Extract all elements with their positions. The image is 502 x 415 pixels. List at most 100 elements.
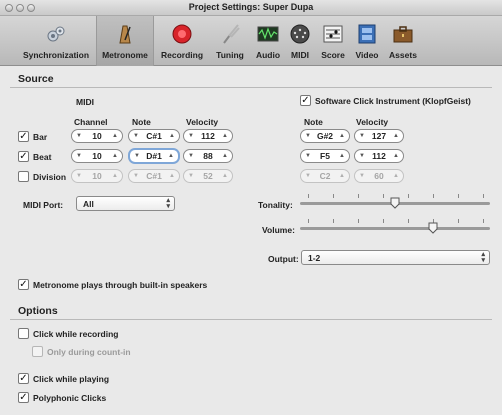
sw-bar-note-stepper[interactable]: ▼ G#2 ▲: [300, 129, 350, 143]
tonality-slider[interactable]: [300, 194, 490, 209]
software-click-checkbox[interactable]: ✓: [300, 95, 311, 106]
sw-beat-note-value: F5: [320, 151, 330, 161]
beat-note-value: D#1: [146, 151, 162, 161]
sw-velocity-column-header: Velocity: [356, 117, 389, 127]
builtin-speakers-checkbox[interactable]: ✓: [18, 279, 29, 290]
stepper-down-arrow[interactable]: ▼: [305, 153, 311, 159]
popup-arrows-icon: ▴ ▾: [481, 251, 485, 264]
film-icon: [358, 24, 376, 44]
beat-channel-value: 10: [92, 151, 102, 161]
gears-icon: [47, 26, 65, 42]
stepper-down-arrow[interactable]: ▼: [188, 133, 194, 139]
polyphonic-clicks-label: Polyphonic Clicks: [33, 393, 107, 403]
stepper-down-arrow[interactable]: ▼: [133, 133, 139, 139]
beat-checkbox[interactable]: ✓: [18, 151, 29, 162]
stepper-down-arrow[interactable]: ▼: [359, 153, 365, 159]
bar-velocity-stepper[interactable]: ▼ 112 ▲: [183, 129, 233, 143]
tab-synchronization[interactable]: Synchronization: [16, 16, 96, 66]
sw-beat-velocity-stepper[interactable]: ▼ 112 ▲: [354, 149, 404, 163]
volume-label: Volume:: [262, 225, 295, 235]
waveform-icon: [257, 26, 279, 42]
sw-division-note-value: C2: [319, 171, 331, 181]
division-checkbox[interactable]: [18, 171, 29, 182]
tab-assets[interactable]: Assets: [384, 16, 422, 66]
sw-bar-velocity-stepper[interactable]: ▼ 127 ▲: [354, 129, 404, 143]
click-while-recording-checkbox[interactable]: [18, 328, 29, 339]
division-channel-stepper: ▼ 10 ▲: [71, 169, 123, 183]
tonality-label: Tonality:: [258, 200, 293, 210]
division-label: Division: [33, 172, 67, 182]
slider-knob[interactable]: [428, 222, 438, 234]
options-heading: Options: [18, 305, 58, 317]
beat-note-stepper[interactable]: ▼ D#1 ▲: [128, 148, 180, 164]
stepper-up-arrow[interactable]: ▲: [339, 153, 345, 159]
stepper-down-arrow: ▼: [359, 173, 365, 179]
stepper-down-arrow: ▼: [188, 173, 194, 179]
division-velocity-value: 52: [203, 171, 213, 181]
bar-note-stepper[interactable]: ▼ C#1 ▲: [128, 129, 180, 143]
division-note-stepper: ▼ C#1 ▲: [128, 169, 180, 183]
sw-bar-note-value: G#2: [316, 131, 334, 141]
stepper-up-arrow: ▲: [112, 173, 118, 179]
slider-tick: [383, 219, 384, 223]
stepper-down-arrow[interactable]: ▼: [76, 153, 82, 159]
stepper-up-arrow[interactable]: ▲: [168, 153, 174, 159]
bar-checkbox[interactable]: ✓: [18, 131, 29, 142]
stepper-up-arrow[interactable]: ▲: [112, 153, 118, 159]
stepper-down-arrow[interactable]: ▼: [188, 153, 194, 159]
tab-label: Tuning: [216, 50, 244, 60]
stepper-up-arrow[interactable]: ▲: [112, 133, 118, 139]
midi-heading: MIDI: [76, 97, 94, 107]
polyphonic-clicks-checkbox[interactable]: ✓: [18, 392, 29, 403]
stepper-up-arrow[interactable]: ▲: [169, 133, 175, 139]
slider-knob[interactable]: [390, 197, 400, 209]
division-velocity-stepper: ▼ 52 ▲: [183, 169, 233, 183]
midi-port-popup[interactable]: All ▴ ▾: [76, 196, 175, 211]
click-while-playing-checkbox[interactable]: ✓: [18, 373, 29, 384]
tab-midi[interactable]: MIDI: [286, 16, 314, 66]
sw-beat-note-stepper[interactable]: ▼ F5 ▲: [300, 149, 350, 163]
tab-label: Assets: [389, 50, 417, 60]
source-heading: Source: [18, 73, 54, 85]
bar-label: Bar: [33, 132, 48, 142]
stepper-up-arrow: ▲: [393, 173, 399, 179]
tab-audio[interactable]: Audio: [251, 16, 285, 66]
division-channel-value: 10: [92, 171, 102, 181]
stepper-down-arrow[interactable]: ▼: [134, 153, 140, 159]
volume-slider[interactable]: [300, 219, 490, 234]
stepper-up-arrow[interactable]: ▲: [222, 133, 228, 139]
score-icon: [323, 25, 343, 43]
beat-channel-stepper[interactable]: ▼ 10 ▲: [71, 149, 123, 163]
sw-division-velocity-value: 60: [374, 171, 384, 181]
stepper-down-arrow[interactable]: ▼: [305, 133, 311, 139]
count-in-label: Only during count-in: [47, 347, 131, 357]
bar-channel-stepper[interactable]: ▼ 10 ▲: [71, 129, 123, 143]
stepper-up-arrow: ▲: [339, 173, 345, 179]
slider-tick: [308, 219, 309, 223]
stepper-down-arrow[interactable]: ▼: [359, 133, 365, 139]
beat-velocity-stepper[interactable]: ▼ 88 ▲: [183, 149, 233, 163]
stepper-up-arrow[interactable]: ▲: [393, 133, 399, 139]
tab-video[interactable]: Video: [351, 16, 383, 66]
stepper-down-arrow[interactable]: ▼: [76, 133, 82, 139]
stepper-up-arrow: ▲: [169, 173, 175, 179]
popup-arrows-icon: ▴ ▾: [166, 197, 170, 210]
output-popup[interactable]: 1-2 ▴ ▾: [301, 250, 490, 265]
stepper-down-arrow: ▼: [133, 173, 139, 179]
tab-recording[interactable]: Recording: [156, 16, 208, 66]
tab-score[interactable]: Score: [316, 16, 350, 66]
stepper-up-arrow[interactable]: ▲: [222, 153, 228, 159]
tab-label: Recording: [160, 50, 204, 60]
click-while-playing-label: Click while playing: [33, 374, 110, 384]
midi-plug-icon: [290, 24, 310, 44]
tab-tuning[interactable]: Tuning: [210, 16, 250, 66]
stepper-up-arrow[interactable]: ▲: [393, 153, 399, 159]
beat-velocity-value: 88: [203, 151, 213, 161]
slider-tick: [408, 219, 409, 223]
bar-note-value: C#1: [146, 131, 162, 141]
output-label: Output:: [268, 254, 299, 264]
tab-label: Synchronization: [22, 50, 90, 60]
stepper-up-arrow[interactable]: ▲: [339, 133, 345, 139]
tab-metronome[interactable]: Metronome: [96, 16, 154, 66]
slider-tick: [433, 194, 434, 198]
